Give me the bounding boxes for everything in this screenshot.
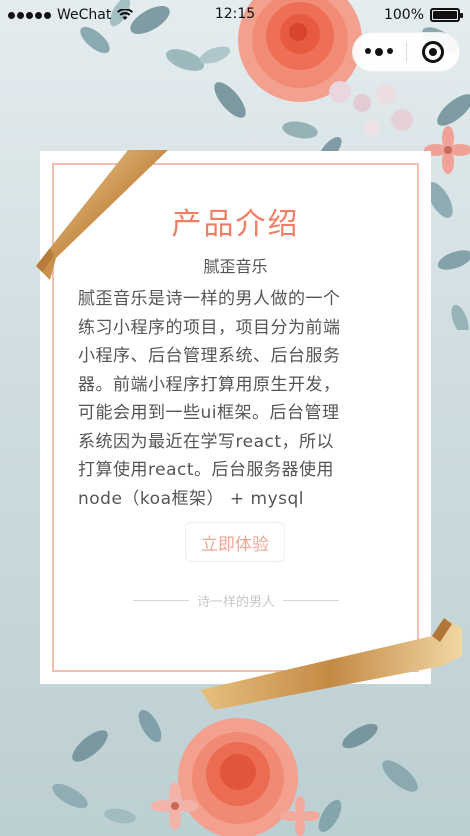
signature: 诗一样的男人 [124,591,348,610]
description-line: 系统因为最近在学写react，所以 [78,431,335,452]
ribbon-bottom-right-decoration [200,618,462,710]
capsule-menu [352,32,460,72]
status-right: 100% [383,7,463,23]
status-bar: WeChat 12:15 100% [0,0,470,30]
description-line: node（koa框架） + mysql [78,488,305,509]
signature-right-line [283,600,339,601]
more-dots-icon[interactable] [353,48,406,56]
battery-icon [430,8,463,22]
description-line: 打算使用react。后台服务器使用 [78,460,335,480]
card-description: 腻歪音乐是诗一样的男人做的一个 练习小程序的项目，项目分为前端 小程序、后台管理… [78,285,380,513]
try-now-button[interactable]: 立即体验 [185,522,285,562]
ribbon-top-left-decoration [36,150,168,280]
battery-percent: 100% [383,7,424,23]
close-mini-program-icon[interactable] [406,41,459,63]
description-line: 练习小程序的项目，项目分为前端 [78,317,341,338]
signature-text: 诗一样的男人 [196,595,275,610]
signature-left-line [132,600,189,601]
description-line: 可能会用到一些ui框架。后台管理 [78,403,340,423]
description-line: 小程序、后台管理系统、后台服务 [78,346,341,366]
description-line: 器。前端小程序打算用原生开发， [78,374,341,395]
